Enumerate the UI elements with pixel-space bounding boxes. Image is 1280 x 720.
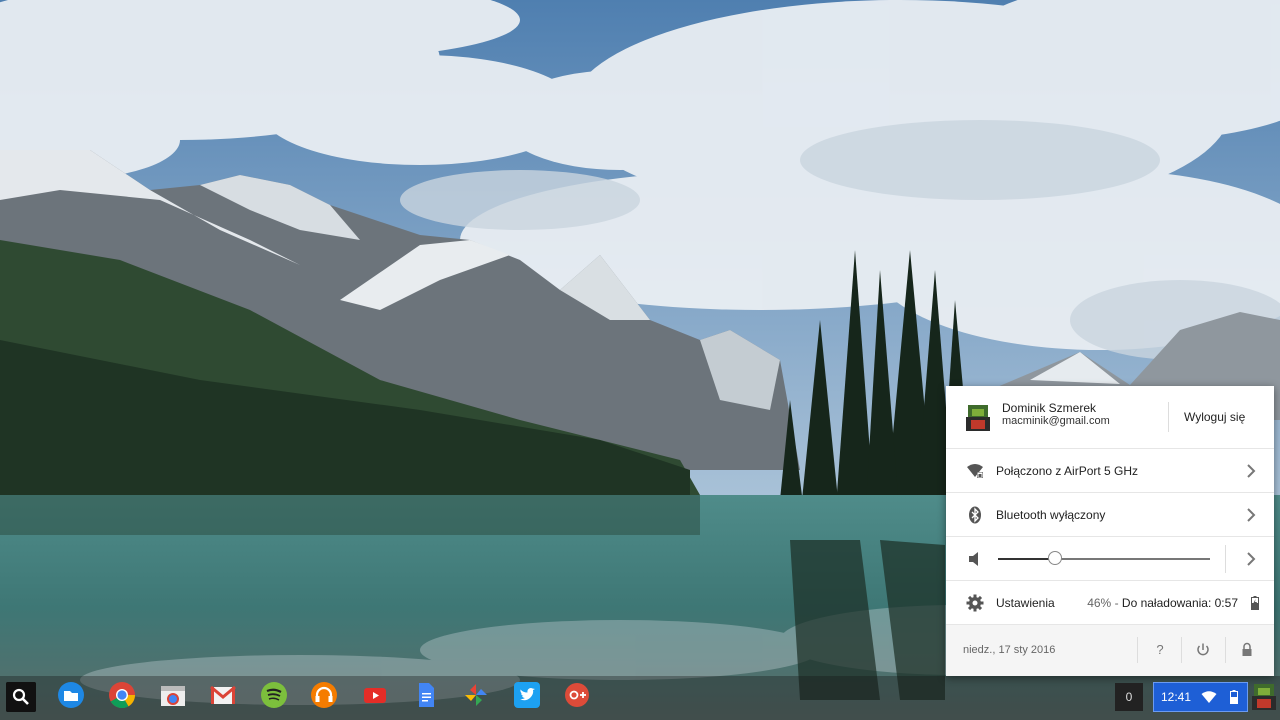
settings-row[interactable]: Ustawienia 46% - Do naładowania: 0:57 (946, 581, 1274, 625)
user-avatar-icon[interactable] (1250, 682, 1278, 712)
help-button[interactable]: ? (1151, 641, 1169, 659)
volume-slider[interactable] (998, 551, 1210, 565)
gmail-icon[interactable] (208, 680, 238, 712)
play-music-icon[interactable] (309, 680, 339, 712)
wifi-icon (1201, 691, 1217, 703)
system-tray-menu: Dominik Szmerek macminik@gmail.com Wylog… (946, 386, 1274, 676)
chevron-right-icon (1247, 464, 1256, 478)
speaker-icon[interactable] (966, 550, 984, 568)
user-name: Dominik Szmerek (1002, 401, 1097, 415)
lock-button[interactable] (1238, 641, 1256, 659)
battery-time-remaining: Do naładowania: 0:57 (1121, 596, 1238, 610)
photos-icon[interactable] (461, 680, 491, 712)
divider (1181, 637, 1182, 663)
tray-footer: niedz., 17 sty 2016 ? (946, 625, 1274, 676)
bluetooth-label: Bluetooth wyłączony (996, 508, 1106, 522)
docs-icon[interactable] (411, 680, 441, 712)
user-avatar-icon (966, 405, 990, 431)
spotify-icon[interactable] (259, 680, 289, 712)
power-button[interactable] (1194, 641, 1212, 659)
wifi-locked-icon (967, 464, 983, 478)
notification-counter[interactable]: 0 (1115, 683, 1143, 711)
battery-icon (1230, 690, 1238, 704)
battery-charging-icon (1251, 596, 1259, 610)
clock: 12:41 (1161, 690, 1192, 704)
gear-icon (966, 594, 984, 612)
divider (1137, 637, 1138, 663)
google-plus-icon[interactable] (562, 680, 592, 712)
shelf (0, 676, 1280, 720)
divider (1225, 637, 1226, 663)
volume-row (946, 537, 1274, 581)
network-row[interactable]: Połączono z AirPort 5 GHz (946, 449, 1274, 493)
user-email: macminik@gmail.com (1002, 415, 1110, 427)
youtube-icon[interactable] (360, 680, 390, 712)
sign-out-button[interactable]: Wyloguj się (1184, 410, 1245, 424)
settings-label: Ustawienia (996, 596, 1055, 610)
chevron-right-icon (1247, 508, 1256, 522)
volume-slider-fill (998, 558, 1056, 560)
chevron-right-icon[interactable] (1244, 551, 1258, 567)
files-app-icon[interactable] (56, 680, 86, 712)
launcher-search-button[interactable] (6, 682, 36, 712)
chrome-icon[interactable] (107, 680, 137, 712)
divider (1225, 545, 1226, 573)
battery-status: 46% - Do naładowania: 0:57 (1087, 596, 1238, 610)
battery-separator: - (1111, 596, 1122, 610)
web-store-icon[interactable] (158, 680, 188, 712)
bluetooth-row[interactable]: Bluetooth wyłączony (946, 493, 1274, 537)
twitter-icon[interactable] (512, 680, 542, 712)
battery-percent: 46% (1087, 596, 1112, 610)
user-card: Dominik Szmerek macminik@gmail.com Wylog… (946, 386, 1274, 449)
status-area[interactable]: 12:41 (1153, 682, 1248, 712)
network-label: Połączono z AirPort 5 GHz (996, 464, 1139, 478)
divider (1168, 402, 1169, 432)
date-label[interactable]: niedz., 17 sty 2016 (963, 644, 1055, 656)
volume-slider-thumb[interactable] (1048, 551, 1063, 565)
bluetooth-icon (969, 506, 981, 524)
